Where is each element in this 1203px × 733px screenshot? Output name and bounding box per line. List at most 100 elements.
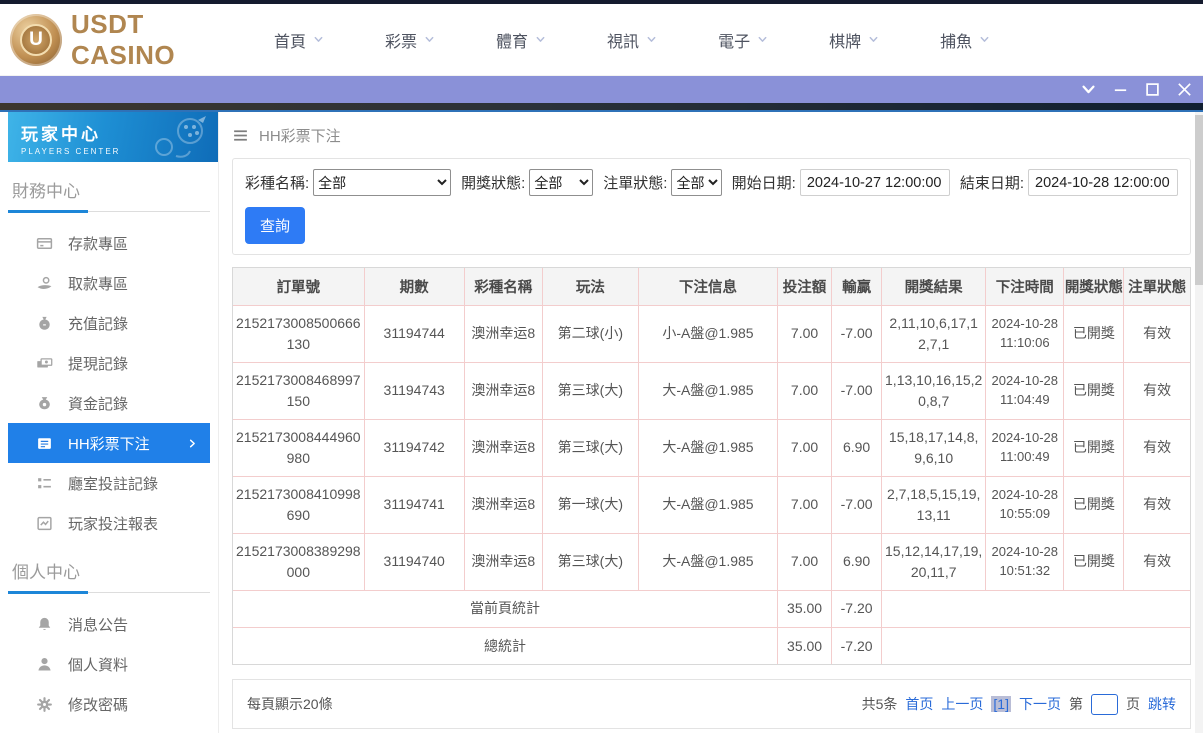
- table-cell: 2152173008500666130: [233, 305, 364, 362]
- top-navbar: U USDT CASINO 首頁 彩票 體育 視訊 電子 棋牌 捕魚: [0, 4, 1203, 76]
- table-cell: 澳洲幸运8: [464, 476, 542, 533]
- table-cell: 31194743: [364, 362, 464, 419]
- workspace: 玩家中心 PLAYERS CENTER 財務中心存款專區取款專區充值記錄提現記錄…: [0, 112, 1203, 733]
- scrollbar-thumb[interactable]: [1195, 115, 1203, 285]
- jump-link[interactable]: 跳转: [1148, 694, 1176, 714]
- sidebar-menu: 存款專區取款專區充值記錄提現記錄資金記錄 HH彩票下注廳室投註記錄玩家投注報表: [8, 223, 218, 543]
- summary-empty: [882, 627, 1190, 664]
- sidebar-item-資金記錄[interactable]: 資金記錄: [8, 383, 210, 423]
- table-cell: 6.90: [832, 419, 882, 476]
- nav-item-label: 視訊: [607, 28, 639, 52]
- scrollbar[interactable]: [1195, 112, 1203, 733]
- table-cell: 2152173008444960980: [233, 419, 364, 476]
- draw-status-select[interactable]: 全部: [529, 169, 593, 196]
- nav-item-彩票[interactable]: 彩票: [385, 28, 435, 52]
- sidebar-item-充值記錄[interactable]: 充值記錄: [8, 303, 210, 343]
- bets-table: 訂單號期數彩種名稱玩法下注信息投注額輸贏開獎結果下注時間開獎狀態注單狀態 215…: [232, 267, 1191, 665]
- start-date-input[interactable]: [800, 169, 950, 196]
- brand[interactable]: U USDT CASINO: [10, 9, 252, 71]
- sidebar-item-HH彩票下注[interactable]: HH彩票下注: [8, 423, 210, 463]
- nav-item-捕魚[interactable]: 捕魚: [940, 28, 990, 52]
- column-header-輸贏: 輸贏: [832, 268, 882, 305]
- table-cell: -7.00: [832, 305, 882, 362]
- brand-name: USDT CASINO: [71, 9, 252, 71]
- sidebar-item-廳室投註記錄[interactable]: 廳室投註記錄: [8, 463, 210, 503]
- sidebar-item-label: HH彩票下注: [68, 433, 150, 454]
- sidebar-item-存款專區[interactable]: 存款專區: [8, 223, 210, 263]
- sidebar-item-修改密碼[interactable]: 修改密碼: [8, 684, 210, 724]
- nav-item-電子[interactable]: 電子: [718, 28, 768, 52]
- column-header-開獎結果: 開獎結果: [882, 268, 986, 305]
- table-cell: 澳洲幸运8: [464, 305, 542, 362]
- list-icon: [36, 475, 53, 492]
- close-icon[interactable]: [1176, 81, 1193, 98]
- sidebar-item-label: 充值記錄: [68, 313, 128, 334]
- user-icon: [36, 656, 53, 673]
- table-row: 215217300844496098031194742澳洲幸运8第三球(大)大-…: [233, 419, 1190, 476]
- column-header-訂單號: 訂單號: [233, 268, 364, 305]
- summary-label: 總統計: [233, 627, 778, 664]
- nav-item-視訊[interactable]: 視訊: [607, 28, 657, 52]
- current-page[interactable]: [1]: [991, 696, 1011, 712]
- table-cell: 1,13,10,16,15,20,8,7: [882, 362, 986, 419]
- table-cell: 大-A盤@1.985: [638, 476, 777, 533]
- window-controls: [1080, 81, 1193, 98]
- table-cell: 2024-10-28 10:51:32: [986, 533, 1064, 590]
- moneybag-icon: [36, 315, 53, 332]
- gamepad-icon: [138, 114, 212, 160]
- page-jump-input[interactable]: [1091, 694, 1118, 715]
- sidebar-item-玩家投注報表[interactable]: 玩家投注報表: [8, 503, 210, 543]
- table-cell: 7.00: [778, 419, 832, 476]
- sidebar-section-title: 財務中心: [12, 177, 218, 202]
- first-page-link[interactable]: 首页: [905, 694, 933, 714]
- end-date-input[interactable]: [1028, 169, 1178, 196]
- search-button[interactable]: 查詢: [245, 207, 305, 244]
- summary-row: 總統計35.00-7.20: [233, 627, 1190, 664]
- maximize-icon[interactable]: [1144, 81, 1161, 98]
- column-header-彩種名稱: 彩種名稱: [464, 268, 542, 305]
- table-cell: 大-A盤@1.985: [638, 533, 777, 590]
- chevron-down-icon[interactable]: [1080, 81, 1097, 98]
- chevron-down-icon: [979, 34, 990, 45]
- draw-status-label: 開獎狀態:: [461, 172, 525, 193]
- funds-icon: [36, 395, 53, 412]
- sidebar: 玩家中心 PLAYERS CENTER 財務中心存款專區取款專區充值記錄提現記錄…: [0, 112, 219, 733]
- table-cell: 31194744: [364, 305, 464, 362]
- table-cell: 31194740: [364, 533, 464, 590]
- sidebar-item-label: 資金記錄: [68, 393, 128, 414]
- table-cell: -7.00: [832, 476, 882, 533]
- cash-icon: [36, 355, 53, 372]
- table-cell: 有效: [1124, 419, 1190, 476]
- jump-prefix: 第: [1069, 694, 1083, 714]
- order-status-select[interactable]: 全部: [671, 169, 721, 196]
- table-cell: 2024-10-28 11:00:49: [986, 419, 1064, 476]
- prev-page-link[interactable]: 上一页: [941, 694, 983, 714]
- table-cell: 6.90: [832, 533, 882, 590]
- hand-coin-icon: [36, 275, 53, 292]
- ticket-icon: [36, 435, 53, 452]
- card-icon: [36, 235, 53, 252]
- column-header-期數: 期數: [364, 268, 464, 305]
- sidebar-item-label: 提現記錄: [68, 353, 128, 374]
- sidebar-item-提現記錄[interactable]: 提現記錄: [8, 343, 210, 383]
- sidebar-item-label: 個人資料: [68, 654, 128, 675]
- nav-item-體育[interactable]: 體育: [496, 28, 546, 52]
- table-row: 215217300841099869031194741澳洲幸运8第一球(大)大-…: [233, 476, 1190, 533]
- sidebar-item-取款專區[interactable]: 取款專區: [8, 263, 210, 303]
- chevron-down-icon: [535, 34, 546, 45]
- nav-item-棋牌[interactable]: 棋牌: [829, 28, 879, 52]
- menu-toggle-icon[interactable]: [232, 127, 249, 144]
- lottery-name-select[interactable]: 全部: [313, 169, 451, 196]
- next-page-link[interactable]: 下一页: [1019, 694, 1061, 714]
- sidebar-item-個人資料[interactable]: 個人資料: [8, 644, 210, 684]
- section-divider: [8, 210, 210, 213]
- brand-logo-icon: U: [10, 14, 62, 66]
- minimize-icon[interactable]: [1112, 81, 1129, 98]
- summary-empty: [882, 590, 1190, 627]
- sidebar-item-label: 取款專區: [68, 273, 128, 294]
- sidebar-item-消息公告[interactable]: 消息公告: [8, 604, 210, 644]
- nav-item-首頁[interactable]: 首頁: [274, 28, 324, 52]
- summary-bet-total: 35.00: [778, 590, 832, 627]
- sidebar-item-label: 廳室投註記錄: [68, 473, 158, 494]
- start-date-label: 開始日期:: [732, 172, 796, 193]
